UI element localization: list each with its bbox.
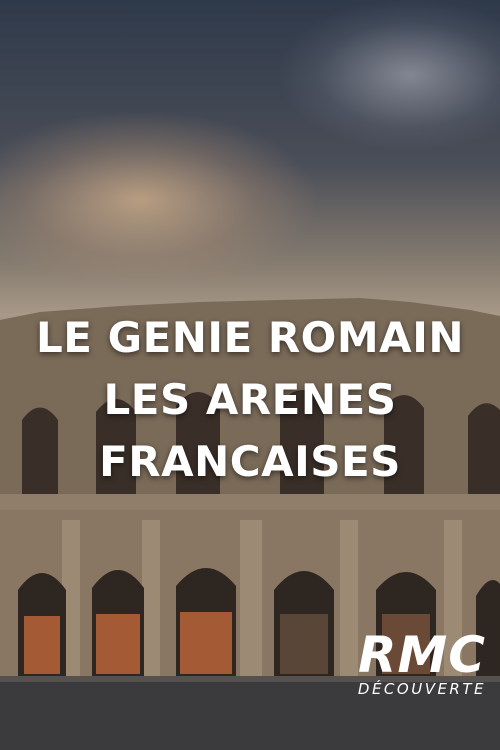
logo-main-text: RMC (357, 626, 486, 684)
logo-sub-text: DÉCOUVERTE (357, 680, 486, 698)
title-line-2: LES ARENES (103, 375, 397, 424)
poster: LE GENIE ROMAIN LES ARENES FRANCAISES RM… (0, 0, 500, 750)
title-line-1: LE GENIE ROMAIN (36, 313, 464, 362)
title-line-3: FRANCAISES (99, 437, 401, 486)
rmc-decouverte-logo: RMC DÉCOUVERTE (358, 628, 486, 698)
cornice (0, 494, 500, 510)
